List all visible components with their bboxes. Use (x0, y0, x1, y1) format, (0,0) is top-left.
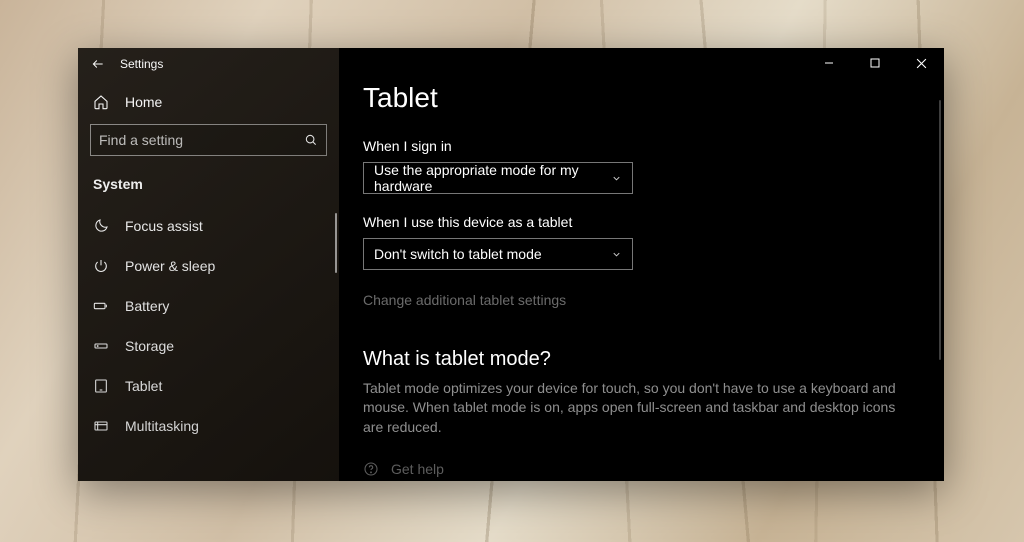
sidebar-item-tablet[interactable]: Tablet (78, 366, 339, 406)
sidebar-item-battery[interactable]: Battery (78, 286, 339, 326)
chevron-down-icon (611, 173, 622, 184)
main-scrollbar[interactable] (939, 100, 941, 360)
sidebar-nav: Focus assist Power & sleep Battery Stora… (78, 206, 339, 446)
tablet-use-label: When I use this device as a tablet (363, 214, 920, 230)
sidebar-item-label: Focus assist (125, 218, 203, 234)
back-button[interactable] (88, 57, 108, 71)
sidebar-item-power-sleep[interactable]: Power & sleep (78, 246, 339, 286)
sidebar-category: System (78, 172, 339, 206)
main-pane: Tablet When I sign in Use the appropriat… (339, 48, 944, 481)
sidebar-item-label: Power & sleep (125, 258, 215, 274)
sidebar-item-label: Tablet (125, 378, 162, 394)
sidebar-item-label: Battery (125, 298, 169, 314)
close-button[interactable] (898, 48, 944, 78)
window-controls (806, 48, 944, 78)
sidebar-item-multitasking[interactable]: Multitasking (78, 406, 339, 446)
minimize-button[interactable] (806, 48, 852, 78)
sidebar-item-storage[interactable]: Storage (78, 326, 339, 366)
sidebar: Settings Home System Focus assist (78, 48, 339, 481)
power-icon (93, 258, 109, 274)
tablet-icon (93, 378, 109, 394)
arrow-left-icon (91, 57, 105, 71)
sidebar-scrollbar[interactable] (335, 213, 337, 273)
battery-icon (93, 298, 109, 314)
maximize-icon (870, 58, 880, 68)
search-input[interactable] (99, 132, 299, 148)
sidebar-item-label: Storage (125, 338, 174, 354)
moon-icon (93, 218, 109, 234)
help-icon (363, 461, 379, 477)
sidebar-item-label: Multitasking (125, 418, 199, 434)
close-icon (916, 58, 927, 69)
tablet-use-value: Don't switch to tablet mode (374, 246, 542, 262)
sign-in-value: Use the appropriate mode for my hardware (374, 162, 611, 194)
minimize-icon (824, 58, 834, 68)
home-label: Home (125, 94, 162, 110)
sign-in-combobox[interactable]: Use the appropriate mode for my hardware (363, 162, 633, 194)
search-input-wrap[interactable] (90, 124, 327, 156)
search-icon (304, 133, 318, 147)
maximize-button[interactable] (852, 48, 898, 78)
sidebar-item-home[interactable]: Home (78, 80, 339, 124)
what-is-body: Tablet mode optimizes your device for to… (363, 379, 903, 437)
tablet-use-combobox[interactable]: Don't switch to tablet mode (363, 238, 633, 270)
home-icon (93, 94, 109, 110)
what-is-heading: What is tablet mode? (363, 348, 920, 371)
multitasking-icon (93, 418, 109, 434)
titlebar: Settings (78, 48, 339, 80)
advanced-link[interactable]: Change additional tablet settings (363, 292, 920, 308)
get-help-label: Get help (391, 461, 444, 477)
sign-in-label: When I sign in (363, 138, 920, 154)
sidebar-item-focus-assist[interactable]: Focus assist (78, 206, 339, 246)
storage-icon (93, 338, 109, 354)
app-title: Settings (120, 57, 163, 71)
settings-window: Settings Home System Focus assist (78, 48, 944, 481)
get-help-row[interactable]: Get help (363, 461, 920, 477)
chevron-down-icon (611, 249, 622, 260)
search-container (90, 124, 327, 156)
